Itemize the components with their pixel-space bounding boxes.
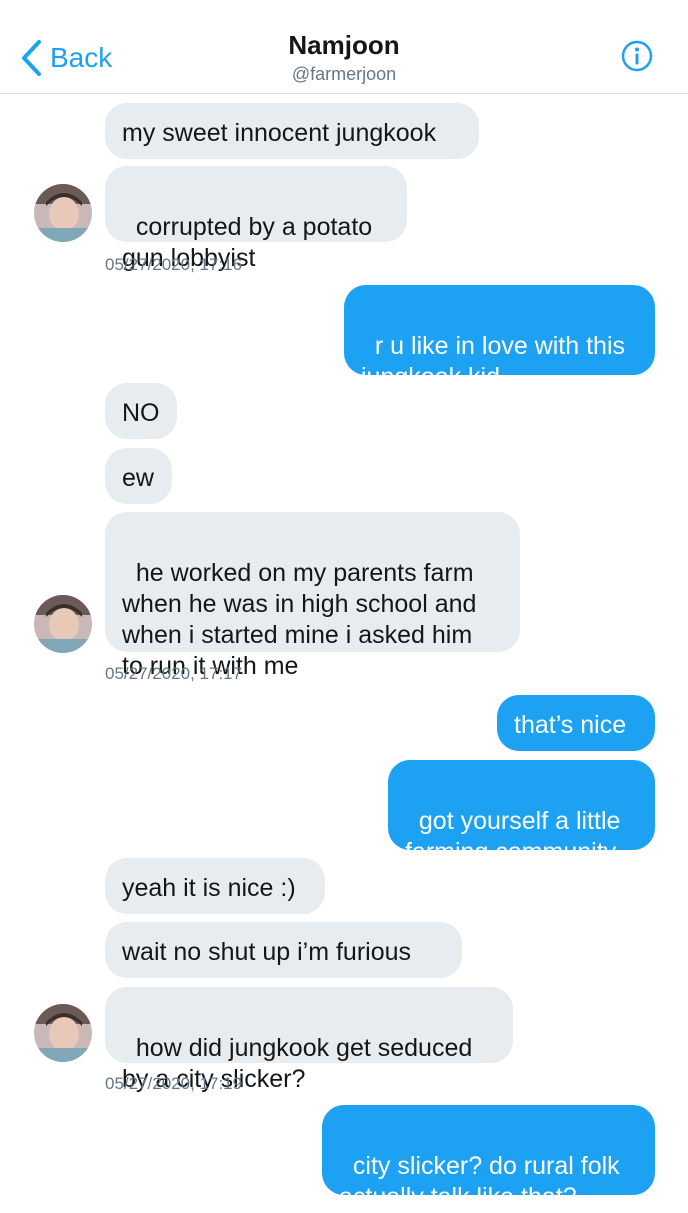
avatar-photo-icon	[34, 595, 92, 653]
conversation-header: Back Namjoon @farmerjoon	[0, 0, 688, 94]
message-bubble-outgoing[interactable]: r u like in love with this jungkook kid	[344, 285, 655, 391]
message-bubble-outgoing[interactable]: that’s nice	[497, 695, 655, 751]
message-bubble-incoming[interactable]: corrupted by a potato gun lobbyist	[105, 166, 407, 272]
message-text: NO	[122, 399, 160, 427]
message-timestamp: 05/27/2020, 17:17	[105, 664, 243, 683]
message-text: got yourself a little farming community	[405, 807, 621, 866]
message-bubble-incoming[interactable]: wait no shut up i’m furious	[105, 922, 462, 978]
info-icon	[621, 40, 653, 72]
avatar-photo-icon	[34, 1004, 92, 1062]
message-bubble-outgoing[interactable]: got yourself a little farming community	[388, 760, 655, 866]
contact-handle: @farmerjoon	[291, 64, 397, 84]
contact-name: Namjoon	[288, 30, 400, 60]
message-timestamp: 05/27/2020, 17:16	[105, 255, 243, 274]
message-timestamp: 05/27/2020, 17:19	[105, 1074, 243, 1093]
message-bubble-incoming[interactable]: he worked on my parents farm when he was…	[105, 512, 520, 680]
avatar[interactable]	[34, 184, 92, 242]
message-bubble-incoming[interactable]: my sweet innocent jungkook	[105, 103, 479, 159]
avatar[interactable]	[34, 1004, 92, 1062]
message-bubble-incoming[interactable]: ew	[105, 448, 172, 504]
message-text: that’s nice	[514, 711, 627, 739]
message-text: r u like in love with this jungkook kid	[361, 332, 626, 391]
message-bubble-incoming[interactable]: how did jungkook get seduced by a city s…	[105, 987, 513, 1093]
message-bubble-outgoing[interactable]: city slicker? do rural folk actually tal…	[322, 1105, 655, 1211]
message-bubble-incoming[interactable]: NO	[105, 383, 177, 439]
avatar-photo-icon	[34, 184, 92, 242]
avatar[interactable]	[34, 595, 92, 653]
info-button[interactable]	[621, 40, 653, 72]
message-bubble-incoming[interactable]: yeah it is nice :)	[105, 858, 325, 914]
message-text: my sweet innocent jungkook	[122, 119, 437, 147]
message-text: he worked on my parents farm when he was…	[122, 559, 477, 680]
message-text: wait no shut up i’m furious	[122, 938, 412, 966]
message-text: yeah it is nice :)	[122, 874, 296, 902]
message-text: ew	[122, 464, 154, 492]
message-text: city slicker? do rural folk actually tal…	[339, 1152, 620, 1211]
